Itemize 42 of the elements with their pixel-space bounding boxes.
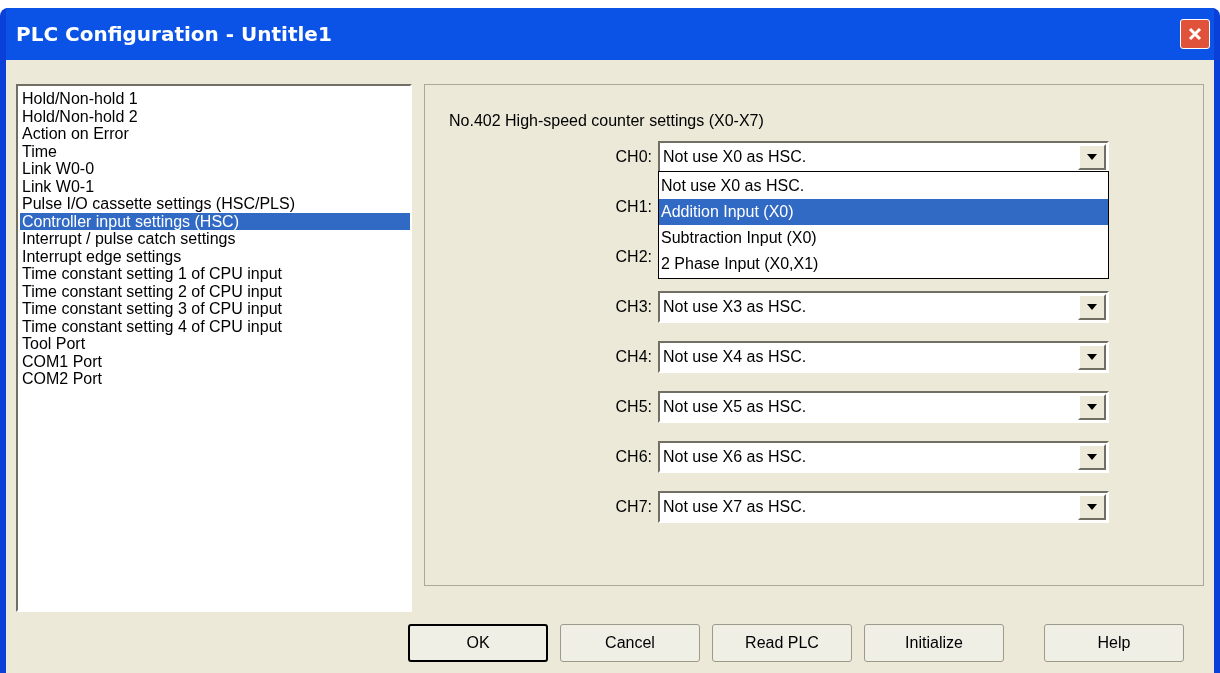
channel-select[interactable]: Not use X0 as HSC. <box>658 141 1109 173</box>
category-item[interactable]: Pulse I/O cassette settings (HSC/PLS) <box>20 195 410 213</box>
category-item[interactable]: Tool Port <box>20 335 410 353</box>
channel-label: CH6: <box>614 447 653 467</box>
panel-heading: No.402 High-speed counter settings (X0-X7) <box>449 111 765 131</box>
channel-label: CH7: <box>614 497 653 517</box>
channel-select[interactable]: Not use X6 as HSC. <box>658 441 1109 473</box>
channel-label: CH1: <box>614 197 653 217</box>
dialog-button[interactable]: Read PLC <box>712 624 852 662</box>
channel-select[interactable]: Not use X5 as HSC. <box>658 391 1109 423</box>
category-item[interactable]: Link W0-0 <box>20 160 410 178</box>
channel-label: CH2: <box>614 247 653 267</box>
category-item[interactable]: Hold/Non-hold 1 <box>20 90 410 108</box>
category-item[interactable]: COM2 Port <box>20 370 410 388</box>
category-item[interactable]: Time <box>20 142 410 160</box>
category-item[interactable]: COM1 Port <box>20 352 410 370</box>
category-item[interactable]: Time constant setting 2 of CPU input <box>20 282 410 300</box>
category-item[interactable]: Interrupt edge settings <box>20 247 410 265</box>
channel-label: CH3: <box>614 297 653 317</box>
channel-label: CH0: <box>614 147 653 167</box>
category-item[interactable]: Link W0-1 <box>20 177 410 195</box>
window-title: PLC Configuration - Untitle1 <box>16 21 332 48</box>
dialog-button[interactable]: Initialize <box>864 624 1004 662</box>
channel-select[interactable]: Not use X7 as HSC. <box>658 491 1109 523</box>
category-item[interactable]: Hold/Non-hold 2 <box>20 107 410 125</box>
channel-select[interactable]: Not use X4 as HSC. <box>658 341 1109 373</box>
category-item[interactable]: Time constant setting 1 of CPU input <box>20 265 410 283</box>
category-item[interactable]: Time constant setting 4 of CPU input <box>20 317 410 335</box>
dialog-button[interactable]: Cancel <box>560 624 700 662</box>
dialog-button[interactable]: OK <box>408 624 548 662</box>
dropdown-option[interactable]: 2 Phase Input (X0,X1) <box>659 251 1108 277</box>
dropdown-option[interactable]: Not use X0 as HSC. <box>659 173 1108 199</box>
channel-label: CH4: <box>614 347 653 367</box>
channel-label: CH5: <box>614 397 653 417</box>
dropdown-option[interactable]: Subtraction Input (X0) <box>659 225 1108 251</box>
category-item[interactable]: Controller input settings (HSC) <box>20 212 410 230</box>
category-item[interactable]: Action on Error <box>20 125 410 143</box>
category-item[interactable]: Time constant setting 3 of CPU input <box>20 300 410 318</box>
category-item[interactable]: Interrupt / pulse catch settings <box>20 230 410 248</box>
dropdown-option[interactable]: Addition Input (X0) <box>659 199 1108 225</box>
dialog-button[interactable]: Help <box>1044 624 1184 662</box>
channel-select[interactable]: Not use X3 as HSC. <box>658 291 1109 323</box>
